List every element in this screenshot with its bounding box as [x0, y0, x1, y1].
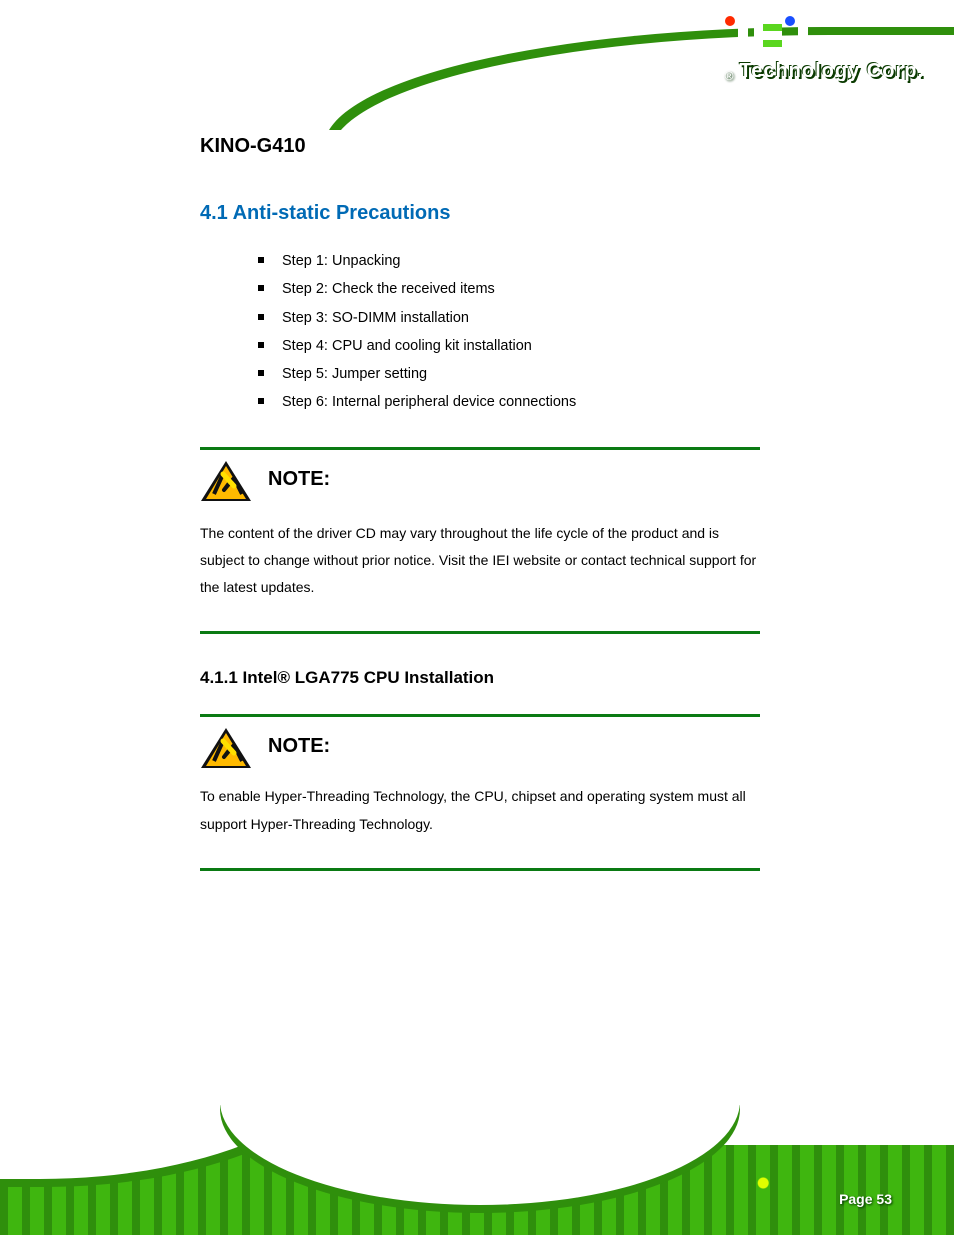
logo-letter-e: [754, 16, 782, 58]
list-item: Step 3: SO-DIMM installation: [258, 304, 760, 332]
list-item: Step 6: Internal peripheral device conne…: [258, 388, 760, 416]
list-item: Step 4: CPU and cooling kit installation: [258, 332, 760, 360]
list-item: Step 5: Jumper setting: [258, 360, 760, 388]
page-number-value: 53: [876, 1191, 892, 1207]
note-title: NOTE:: [268, 468, 330, 491]
list-item: Step 2: Check the received items: [258, 275, 760, 303]
page-label: Page: [839, 1191, 872, 1207]
product-title: KINO-G410: [200, 135, 760, 158]
logo-mark: [725, 16, 924, 58]
section-heading: 4.1 Anti-static Precautions: [200, 202, 760, 225]
note-title: NOTE:: [268, 735, 330, 758]
page-content: KINO-G410 4.1 Anti-static Precautions St…: [200, 135, 760, 871]
logo-bar-1: [738, 16, 748, 58]
logo-dot-blue: [785, 16, 795, 26]
note-body: The content of the driver CD may vary th…: [200, 520, 760, 602]
logo-dot-red: [725, 16, 735, 26]
divider: [200, 714, 760, 717]
footer-graphic: [0, 1105, 954, 1235]
note-body: To enable Hyper-Threading Technology, th…: [200, 783, 760, 838]
note-block-1: NOTE: The content of the driver CD may v…: [200, 460, 760, 602]
logo-iei-mark: [725, 16, 808, 58]
note-block-2: NOTE: To enable Hyper-Threading Technolo…: [200, 727, 760, 838]
logo-company-text: Technology Corp.: [739, 60, 924, 83]
divider: [200, 631, 760, 634]
divider: [200, 447, 760, 450]
list-item: Step 1: Unpacking: [258, 247, 760, 275]
warning-triangle-icon: [200, 460, 252, 502]
brand-logo: ® Technology Corp.: [725, 16, 924, 83]
install-steps-list: Step 1: Unpacking Step 2: Check the rece…: [258, 247, 760, 417]
subsection-heading: 4.1.1 Intel® LGA775 CPU Installation: [200, 668, 760, 688]
page: ® Technology Corp. KINO-G410 4.1 Anti-st…: [0, 0, 954, 1235]
logo-bar-2: [798, 16, 808, 58]
logo-registered: ®: [725, 69, 734, 83]
header-graphic: ® Technology Corp.: [0, 0, 954, 130]
warning-triangle-icon: [200, 727, 252, 769]
divider: [200, 868, 760, 871]
page-number: Page 53: [839, 1191, 892, 1207]
